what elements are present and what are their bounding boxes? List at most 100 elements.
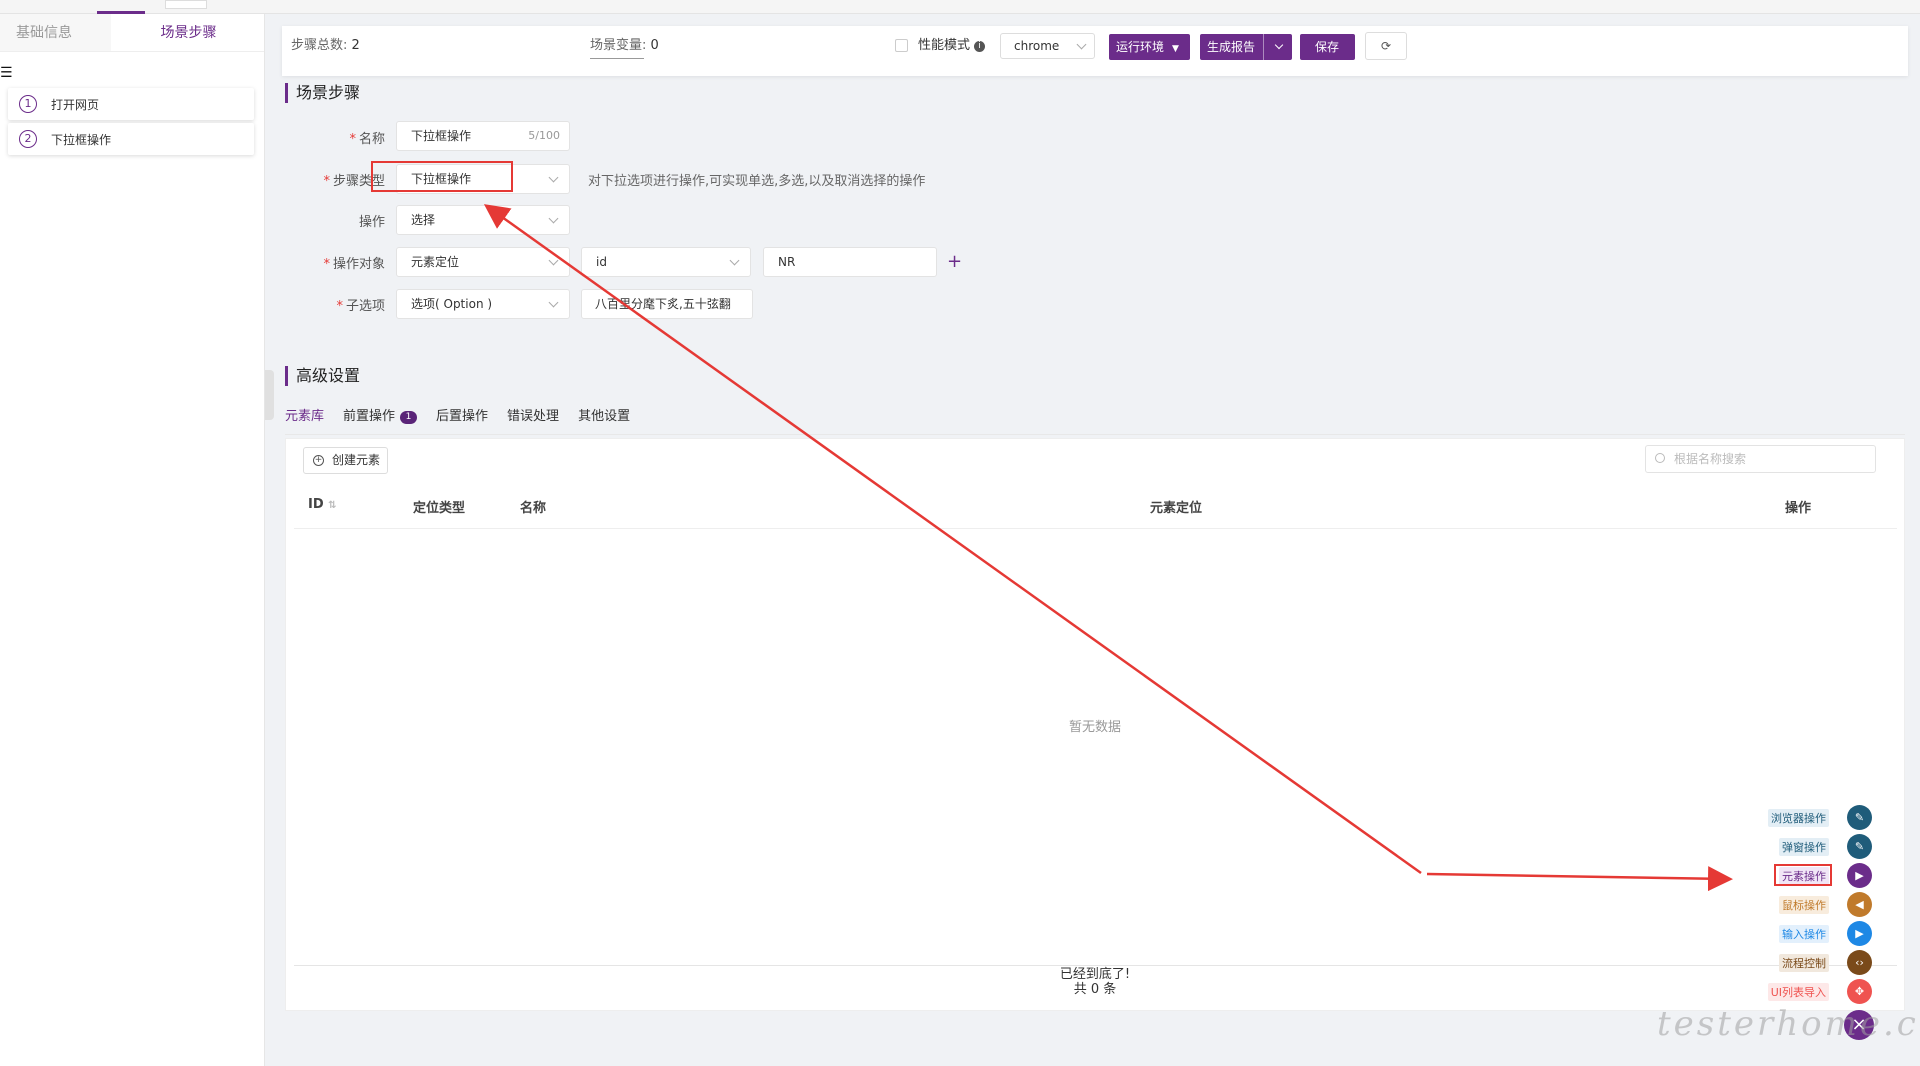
search-icon <box>1655 453 1665 463</box>
footer-count: 共 0 条 <box>1073 982 1117 997</box>
column-header-id[interactable]: ID ⇅ <box>308 497 337 512</box>
steps-total-value: 2 <box>351 38 360 53</box>
perf-mode: 性能模式 i <box>918 26 986 66</box>
fab-label[interactable]: 鼠标操作 <box>1779 895 1829 914</box>
search-placeholder: 根据名称搜索 <box>1674 452 1747 466</box>
pencil-icon[interactable]: ✎ <box>1847 805 1872 830</box>
steps-total-label: 步骤总数: <box>291 38 348 53</box>
add-icon[interactable]: + <box>947 253 962 271</box>
operation-value: 选择 <box>411 213 436 227</box>
advanced-section-title: 高级设置 <box>285 366 360 386</box>
name-label: * 名称 <box>349 132 385 147</box>
chevron-down-icon[interactable] <box>1274 40 1284 50</box>
pencil-icon[interactable]: ✎ <box>1847 834 1872 859</box>
operation-select[interactable]: 选择 <box>396 205 570 235</box>
scene-var-label: 场景变量: <box>590 38 647 53</box>
gen-report-label: 生成报告 <box>1207 40 1256 54</box>
save-button[interactable]: 保存 <box>1300 34 1355 60</box>
fab-item[interactable]: 输入操作 ▶ <box>1779 921 1872 946</box>
step-label: 下拉框操作 <box>51 132 112 147</box>
tab-element-library[interactable]: 元素库 <box>285 406 325 442</box>
suboption-type-value: 选项( Option ) <box>411 297 493 311</box>
fab-label[interactable]: 弹窗操作 <box>1779 837 1829 856</box>
code-icon[interactable]: ‹› <box>1847 950 1872 975</box>
step-type-label: * 步骤类型 <box>323 174 385 189</box>
fab-item[interactable]: 浏览器操作 ✎ <box>1768 805 1872 830</box>
top-strip-box[interactable] <box>165 0 207 9</box>
skip-forward-icon[interactable]: ▶ <box>1847 921 1872 946</box>
count-badge: 1 <box>400 411 418 424</box>
target-label: * 操作对象 <box>323 257 385 272</box>
perf-mode-checkbox[interactable] <box>895 39 908 52</box>
fab-item[interactable]: 流程控制 ‹› <box>1779 950 1872 975</box>
fab-item[interactable]: 鼠标操作 ◀ <box>1779 892 1872 917</box>
tab-other-settings[interactable]: 其他设置 <box>578 406 630 436</box>
button-separator <box>1263 34 1264 60</box>
name-input[interactable]: 下拉框操作 5/100 <box>396 121 570 151</box>
target-locate-select[interactable]: 元素定位 <box>396 247 570 277</box>
search-input[interactable]: 根据名称搜索 <box>1645 445 1876 473</box>
tab-basic-info[interactable]: 基础信息 <box>0 14 111 51</box>
watermark: testerhome.com <box>1657 1004 1920 1044</box>
skip-back-icon[interactable]: ◀ <box>1847 892 1872 917</box>
step-type-hint: 对下拉选项进行操作,可实现单选,多选,以及取消选择的操作 <box>588 174 926 189</box>
run-env-button[interactable]: 运行环境 ▼ <box>1109 34 1190 60</box>
browser-select[interactable]: chrome <box>1000 33 1095 59</box>
info-icon[interactable]: i <box>974 41 986 52</box>
step-item-2[interactable]: 2 下拉框操作 <box>8 123 254 155</box>
tab-post-operation[interactable]: 后置操作 <box>436 406 488 436</box>
table-footer: 已经到底了! 共 0 条 <box>286 967 1904 997</box>
name-char-count: 5/100 <box>528 129 560 142</box>
column-header-locate-type: 定位类型 <box>413 501 466 516</box>
highlight-box <box>1774 864 1832 886</box>
perf-mode-label: 性能模式 <box>918 38 971 53</box>
step-item-1[interactable]: 1 打开网页 <box>8 88 254 120</box>
step-number: 1 <box>19 95 37 113</box>
tabs-divider <box>285 434 1905 435</box>
plus-circle-icon: + <box>313 455 324 466</box>
tab-error-handling[interactable]: 错误处理 <box>507 406 559 436</box>
tab-scene-steps[interactable]: 场景步骤 <box>110 14 264 51</box>
fab-label[interactable]: 输入操作 <box>1779 924 1829 943</box>
suboption-type-select[interactable]: 选项( Option ) <box>396 289 570 319</box>
collapse-handle[interactable] <box>265 370 274 420</box>
tab-pre-operation[interactable]: 前置操作 1 <box>343 406 418 436</box>
fab-label[interactable]: 流程控制 <box>1779 953 1829 972</box>
create-element-button[interactable]: + 创建元素 <box>303 447 388 474</box>
footer-end-text: 已经到底了! <box>1059 967 1131 982</box>
suboption-text-input[interactable]: 八百里分麾下炙,五十弦翻 <box>581 289 753 319</box>
element-library-panel: + 创建元素 根据名称搜索 ID ⇅ 定位类型 名称 元素定位 操作 暂无数据 … <box>285 438 1905 1011</box>
gen-report-button[interactable]: 生成报告 <box>1200 34 1292 60</box>
fab-label[interactable]: UI列表导入 <box>1767 982 1829 1001</box>
suboption-text-value: 八百里分麾下炙,五十弦翻 <box>595 297 731 311</box>
highlight-box <box>371 161 513 192</box>
scene-var-underline <box>590 58 644 59</box>
run-env-label: 运行环境 <box>1116 40 1165 54</box>
refresh-button[interactable]: ⟳ <box>1365 32 1407 60</box>
fab-item[interactable]: UI列表导入 ✥ <box>1767 979 1872 1004</box>
column-header-locator: 元素定位 <box>1150 501 1203 516</box>
column-header-actions: 操作 <box>1785 501 1812 516</box>
caret-down-icon: ▼ <box>1172 44 1179 54</box>
chevron-down-icon <box>548 297 559 308</box>
empty-placeholder: 暂无数据 <box>1068 720 1121 735</box>
save-label: 保存 <box>1315 40 1340 54</box>
crosshair-icon[interactable]: ✥ <box>1847 979 1872 1004</box>
suboption-label: * 子选项 <box>336 299 385 314</box>
fab-label[interactable]: 浏览器操作 <box>1768 808 1829 827</box>
sort-icon[interactable]: ⇅ <box>328 500 336 511</box>
name-value: 下拉框操作 <box>411 129 472 143</box>
target-by-select[interactable]: id <box>581 247 751 277</box>
hamburger-icon[interactable]: ☰ <box>0 66 13 80</box>
scene-variables[interactable]: 场景变量: 0 <box>590 26 659 66</box>
target-text-input[interactable]: NR <box>763 247 937 277</box>
play-skip-icon[interactable]: ▶ <box>1847 863 1872 888</box>
advanced-tabs: 元素库 前置操作 1 后置操作 错误处理 其他设置 <box>285 406 649 442</box>
chevron-down-icon <box>729 255 740 266</box>
top-strip <box>0 0 1920 14</box>
toolbar: 步骤总数: 2 场景变量: 0 性能模式 i chrome 运行环境 ▼ 生成报告 … <box>282 26 1908 76</box>
scene-var-value: 0 <box>650 38 659 53</box>
fab-item[interactable]: 弹窗操作 ✎ <box>1779 834 1872 859</box>
target-text-value: NR <box>778 255 796 269</box>
left-tabs: 基础信息 场景步骤 <box>0 14 264 52</box>
